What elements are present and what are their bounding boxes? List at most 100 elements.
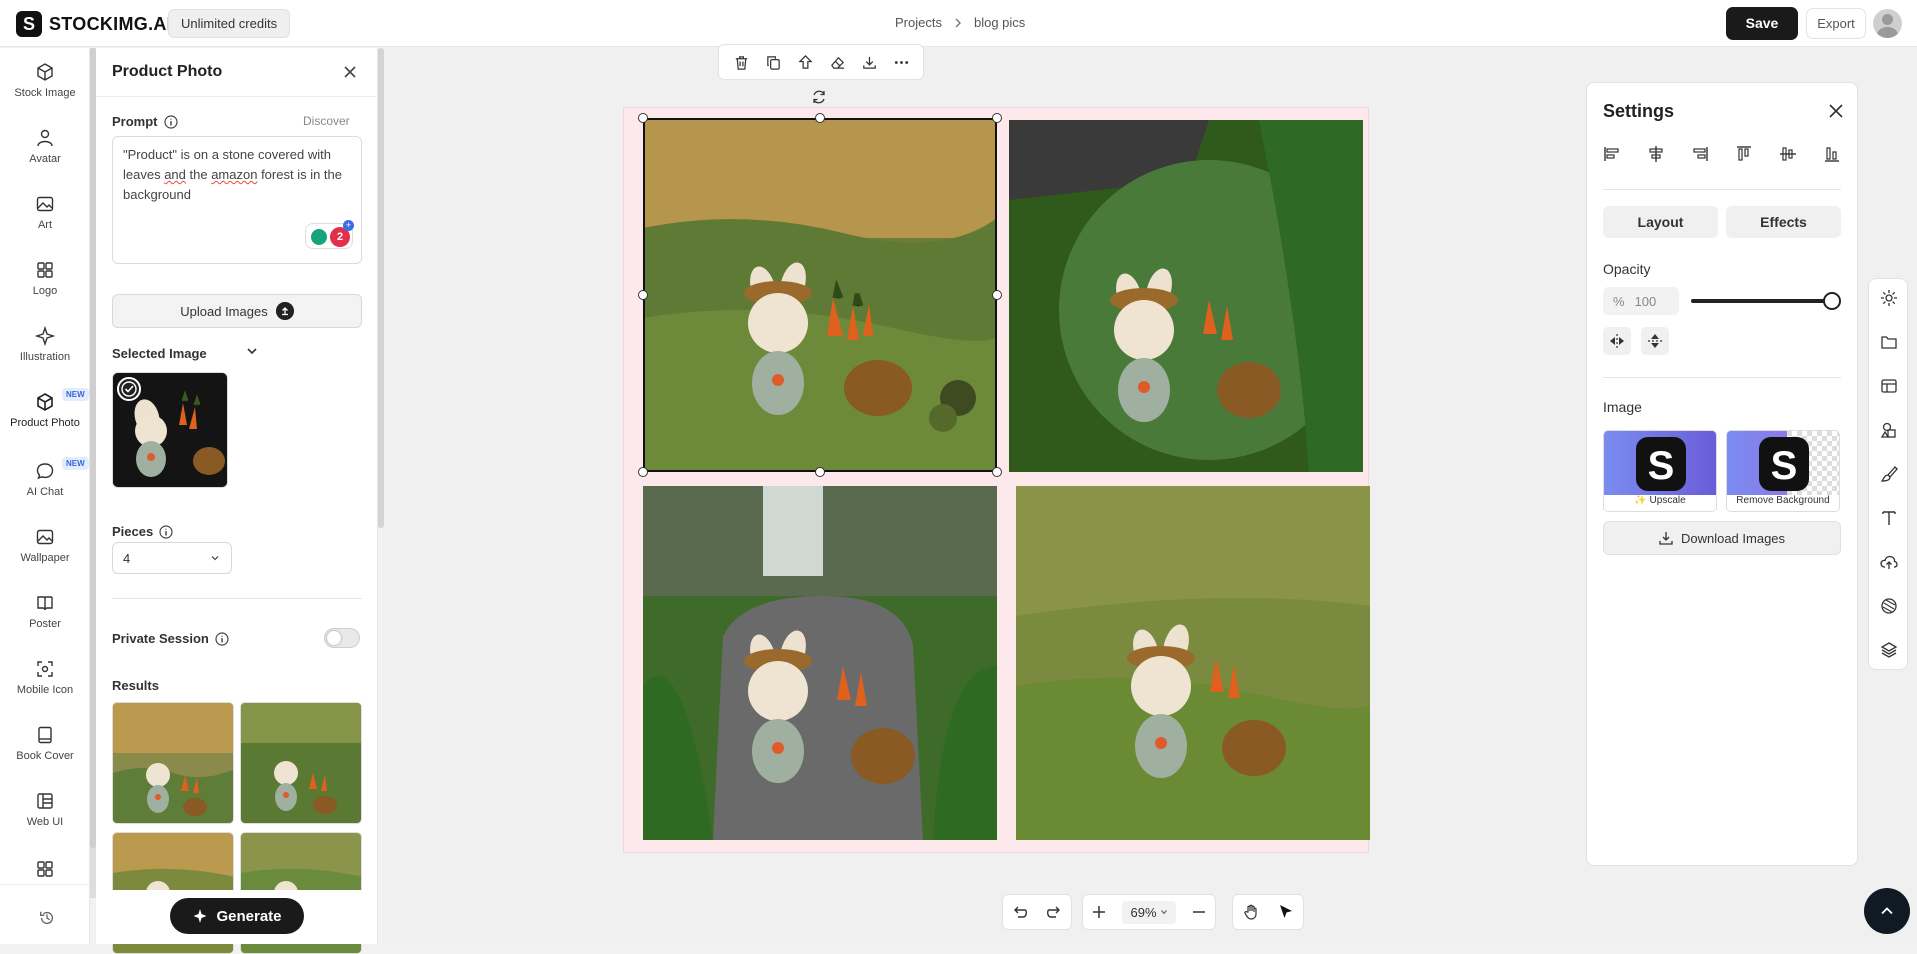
selection-box[interactable]: [643, 118, 997, 472]
align-left-icon[interactable]: [1603, 145, 1621, 163]
opacity-slider[interactable]: [1691, 292, 1841, 310]
trash-icon[interactable]: [733, 54, 750, 71]
resize-handle[interactable]: [992, 467, 1002, 477]
nav-stock-image[interactable]: Stock Image: [0, 62, 90, 99]
canvas-image-4[interactable]: [1016, 486, 1370, 840]
nav-mobile-icon[interactable]: Mobile Icon: [0, 659, 90, 696]
resize-handle[interactable]: [815, 113, 825, 123]
nav-poster[interactable]: Poster: [0, 593, 90, 630]
nav-wallpaper[interactable]: Wallpaper: [0, 527, 90, 564]
nav-label: Illustration: [19, 351, 71, 363]
bring-forward-icon[interactable]: [797, 54, 814, 71]
info-icon[interactable]: [159, 524, 173, 539]
nav-illustration[interactable]: Illustration: [0, 326, 90, 363]
result-thumbnail[interactable]: [112, 702, 234, 824]
plus-icon: +: [343, 220, 354, 231]
pieces-select[interactable]: 4: [112, 542, 232, 574]
discover-link[interactable]: Discover: [303, 114, 350, 128]
layers-icon[interactable]: [1880, 641, 1898, 659]
upload-images-button[interactable]: Upload Images: [112, 294, 362, 328]
nav-book-cover[interactable]: Book Cover: [0, 725, 90, 762]
private-session-label-row: Private Session: [112, 631, 229, 646]
slider-handle[interactable]: [1823, 292, 1841, 310]
save-button[interactable]: Save: [1726, 7, 1798, 40]
flip-vertical-button[interactable]: [1641, 327, 1669, 355]
chevron-right-icon: [955, 18, 961, 27]
canvas-image-3[interactable]: [643, 486, 997, 840]
align-bottom-icon[interactable]: [1823, 145, 1841, 163]
private-session-toggle[interactable]: [324, 628, 360, 648]
download-icon[interactable]: [861, 54, 878, 71]
selected-image[interactable]: [112, 372, 228, 488]
generate-button[interactable]: Generate: [170, 898, 304, 934]
effects-icon[interactable]: [1880, 597, 1898, 615]
nav-ai-chat[interactable]: AI Chat NEW: [0, 457, 90, 498]
resize-handle[interactable]: [638, 467, 648, 477]
person-icon: [37, 129, 53, 147]
zoom-select[interactable]: 69%: [1122, 900, 1176, 924]
prompt-textarea[interactable]: "Product" is on a stone covered with lea…: [112, 136, 362, 355]
canvas-image-2[interactable]: [1009, 120, 1363, 472]
zoom-out-icon[interactable]: [1191, 904, 1207, 920]
align-top-icon[interactable]: [1735, 145, 1753, 163]
grammarly-widget[interactable]: 2 +: [305, 220, 354, 249]
nav-web-ui[interactable]: Web UI: [0, 791, 90, 828]
close-icon[interactable]: [1827, 102, 1845, 120]
logo[interactable]: S STOCKIMG.AI: [16, 11, 172, 37]
pointer-icon[interactable]: [1277, 903, 1295, 921]
folder-icon[interactable]: [1880, 333, 1898, 351]
remove-background-card[interactable]: S Remove Background: [1726, 430, 1840, 512]
nav-art[interactable]: Art: [0, 194, 90, 231]
resize-handle[interactable]: [815, 467, 825, 477]
hand-icon[interactable]: [1242, 903, 1260, 921]
nav-avatar[interactable]: Avatar: [0, 128, 90, 165]
export-button[interactable]: Export: [1806, 8, 1866, 39]
align-center-icon[interactable]: [1647, 145, 1665, 163]
zoom-in-icon[interactable]: [1091, 904, 1107, 920]
scroll-top-button[interactable]: [1864, 888, 1910, 934]
resize-handle[interactable]: [992, 290, 1002, 300]
private-session-label: Private Session: [112, 631, 209, 646]
align-middle-icon[interactable]: [1779, 145, 1797, 163]
undo-icon[interactable]: [1011, 903, 1029, 921]
chevron-down-icon[interactable]: [245, 344, 259, 358]
nav-product-photo[interactable]: Product Photo NEW: [0, 388, 90, 429]
layout-icon: [37, 793, 53, 809]
resize-handle[interactable]: [638, 113, 648, 123]
resize-handle[interactable]: [638, 290, 648, 300]
flip-horizontal-button[interactable]: [1603, 327, 1631, 355]
avatar[interactable]: [1873, 9, 1902, 38]
brush-icon[interactable]: [1880, 465, 1898, 483]
shapes-icon[interactable]: [1880, 421, 1898, 439]
close-icon[interactable]: [342, 64, 358, 80]
upscale-card[interactable]: S ✨ Upscale: [1603, 430, 1717, 512]
settings-gear-icon[interactable]: [1880, 289, 1898, 307]
nav-logo[interactable]: Logo: [0, 260, 90, 297]
remove-background-label: Remove Background: [1727, 495, 1839, 511]
breadcrumb-current[interactable]: blog pics: [974, 15, 1025, 30]
tab-layout[interactable]: Layout: [1603, 206, 1718, 238]
info-icon[interactable]: [215, 631, 229, 646]
info-icon[interactable]: [163, 114, 178, 129]
cloud-upload-icon[interactable]: [1880, 553, 1898, 571]
download-images-button[interactable]: Download Images: [1603, 521, 1841, 555]
resize-handle[interactable]: [992, 113, 1002, 123]
template-icon[interactable]: [1880, 377, 1898, 395]
copy-icon[interactable]: [765, 54, 782, 71]
opacity-input[interactable]: % 100: [1603, 287, 1679, 315]
align-right-icon[interactable]: [1691, 145, 1709, 163]
history-icon[interactable]: [38, 909, 56, 927]
nav-more[interactable]: [0, 859, 90, 884]
eraser-icon[interactable]: [829, 54, 846, 71]
tab-effects[interactable]: Effects: [1726, 206, 1841, 238]
text-icon[interactable]: [1880, 509, 1898, 527]
breadcrumb-projects[interactable]: Projects: [895, 15, 942, 30]
credits-badge[interactable]: Unlimited credits: [168, 9, 291, 38]
rotate-icon[interactable]: [811, 89, 827, 105]
more-icon[interactable]: [893, 54, 910, 71]
divider: [1603, 377, 1841, 378]
right-tool-strip: [1868, 278, 1908, 670]
redo-icon[interactable]: [1045, 903, 1063, 921]
result-thumbnail[interactable]: [240, 702, 362, 824]
divider: [112, 598, 362, 599]
